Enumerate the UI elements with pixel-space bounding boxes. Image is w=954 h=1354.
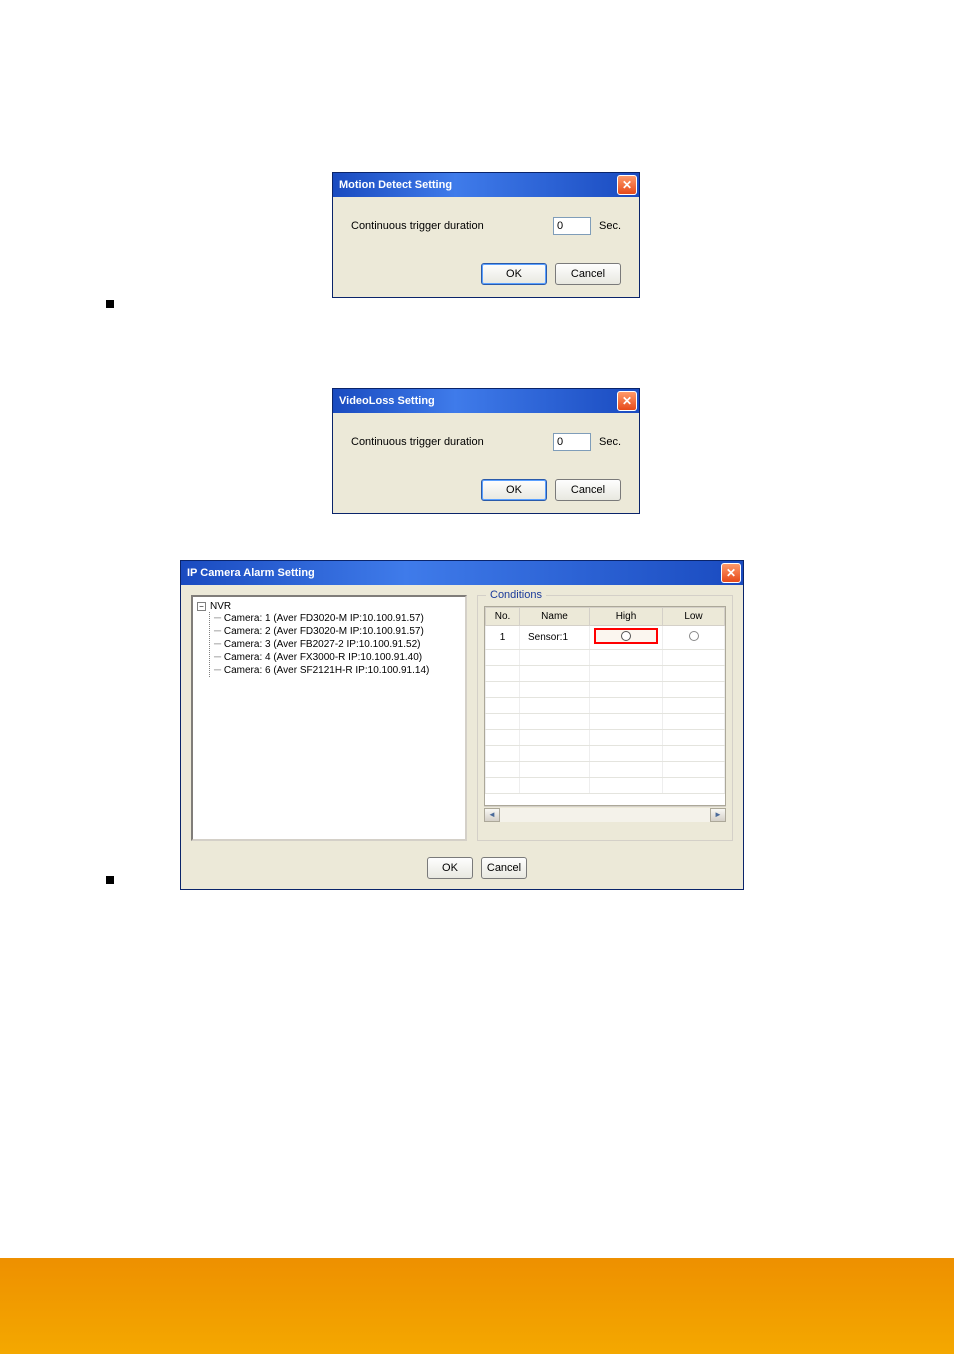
dialog1-button-row: OK Cancel xyxy=(351,263,621,285)
videoloss-dialog: VideoLoss Setting ✕ Continuous trigger d… xyxy=(332,388,640,514)
cell-low[interactable] xyxy=(663,626,725,650)
close-icon[interactable]: ✕ xyxy=(617,175,637,195)
tree-children: Camera: 1 (Aver FD3020-M IP:10.100.91.57… xyxy=(209,612,461,677)
footer-bar xyxy=(0,1258,954,1354)
table-row xyxy=(486,730,725,746)
cancel-button[interactable]: Cancel xyxy=(555,479,621,501)
camera-tree[interactable]: − NVR Camera: 1 (Aver FD3020-M IP:10.100… xyxy=(191,595,467,841)
table-row[interactable]: 1 Sensor:1 xyxy=(486,626,725,650)
duration-label: Continuous trigger duration xyxy=(351,436,553,448)
motion-detect-titlebar: Motion Detect Setting ✕ xyxy=(333,173,639,197)
videoloss-body: Continuous trigger duration Sec. OK Canc… xyxy=(333,413,639,513)
duration-label: Continuous trigger duration xyxy=(351,220,553,232)
videoloss-titlebar: VideoLoss Setting ✕ xyxy=(333,389,639,413)
table-row xyxy=(486,666,725,682)
ipcam-titlebar: IP Camera Alarm Setting ✕ xyxy=(181,561,743,585)
cancel-button[interactable]: Cancel xyxy=(481,857,527,879)
col-no[interactable]: No. xyxy=(486,608,520,626)
cell-high[interactable] xyxy=(590,626,663,650)
horizontal-scrollbar[interactable]: ◄ ► xyxy=(484,806,726,822)
close-icon[interactable]: ✕ xyxy=(721,563,741,583)
bullet-icon xyxy=(106,876,114,884)
cancel-button[interactable]: Cancel xyxy=(555,263,621,285)
col-low[interactable]: Low xyxy=(663,608,725,626)
duration-unit: Sec. xyxy=(599,220,621,232)
motion-detect-dialog: Motion Detect Setting ✕ Continuous trigg… xyxy=(332,172,640,298)
radio-icon[interactable] xyxy=(689,631,699,641)
scroll-track[interactable] xyxy=(500,808,710,822)
table-row xyxy=(486,762,725,778)
table-row xyxy=(486,650,725,666)
table-row xyxy=(486,698,725,714)
duration-input[interactable] xyxy=(553,433,591,451)
tree-root-row[interactable]: − NVR xyxy=(197,601,461,612)
dialog2-button-row: OK Cancel xyxy=(351,479,621,501)
duration-unit: Sec. xyxy=(599,436,621,448)
tree-item[interactable]: Camera: 3 (Aver FB2027-2 IP:10.100.91.52… xyxy=(214,638,461,651)
scroll-right-icon[interactable]: ► xyxy=(710,808,726,822)
cell-no: 1 xyxy=(486,626,520,650)
conditions-table: No. Name High Low 1 Sensor:1 xyxy=(485,607,725,794)
table-row xyxy=(486,746,725,762)
ok-button[interactable]: OK xyxy=(427,857,473,879)
col-name[interactable]: Name xyxy=(520,608,590,626)
high-highlight xyxy=(594,628,658,644)
table-row xyxy=(486,778,725,794)
table-row xyxy=(486,714,725,730)
table-row xyxy=(486,682,725,698)
cell-name: Sensor:1 xyxy=(520,626,590,650)
col-high[interactable]: High xyxy=(590,608,663,626)
conditions-legend: Conditions xyxy=(486,589,546,601)
motion-detect-title: Motion Detect Setting xyxy=(339,179,452,191)
conditions-group: Conditions No. Name High Low xyxy=(477,595,733,841)
ipcam-button-row: OK Cancel xyxy=(417,851,743,889)
tree-item[interactable]: Camera: 1 (Aver FD3020-M IP:10.100.91.57… xyxy=(214,612,461,625)
tree-item[interactable]: Camera: 6 (Aver SF2121H-R IP:10.100.91.1… xyxy=(214,664,461,677)
ipcam-title: IP Camera Alarm Setting xyxy=(187,567,315,579)
bullet-icon xyxy=(106,300,114,308)
tree-item[interactable]: Camera: 2 (Aver FD3020-M IP:10.100.91.57… xyxy=(214,625,461,638)
ipcam-body: − NVR Camera: 1 (Aver FD3020-M IP:10.100… xyxy=(181,585,743,851)
duration-field-row: Continuous trigger duration Sec. xyxy=(351,433,621,451)
tree-item[interactable]: Camera: 4 (Aver FX3000-R IP:10.100.91.40… xyxy=(214,651,461,664)
tree-collapse-icon[interactable]: − xyxy=(197,602,206,611)
close-icon[interactable]: ✕ xyxy=(617,391,637,411)
radio-icon[interactable] xyxy=(621,631,631,641)
tree-root-label: NVR xyxy=(210,601,231,612)
duration-field-row: Continuous trigger duration Sec. xyxy=(351,217,621,235)
duration-input[interactable] xyxy=(553,217,591,235)
videoloss-title: VideoLoss Setting xyxy=(339,395,435,407)
motion-detect-body: Continuous trigger duration Sec. OK Canc… xyxy=(333,197,639,297)
conditions-table-wrap: No. Name High Low 1 Sensor:1 xyxy=(484,606,726,806)
scroll-left-icon[interactable]: ◄ xyxy=(484,808,500,822)
ok-button[interactable]: OK xyxy=(481,263,547,285)
ip-camera-alarm-dialog: IP Camera Alarm Setting ✕ − NVR Camera: … xyxy=(180,560,744,890)
ok-button[interactable]: OK xyxy=(481,479,547,501)
